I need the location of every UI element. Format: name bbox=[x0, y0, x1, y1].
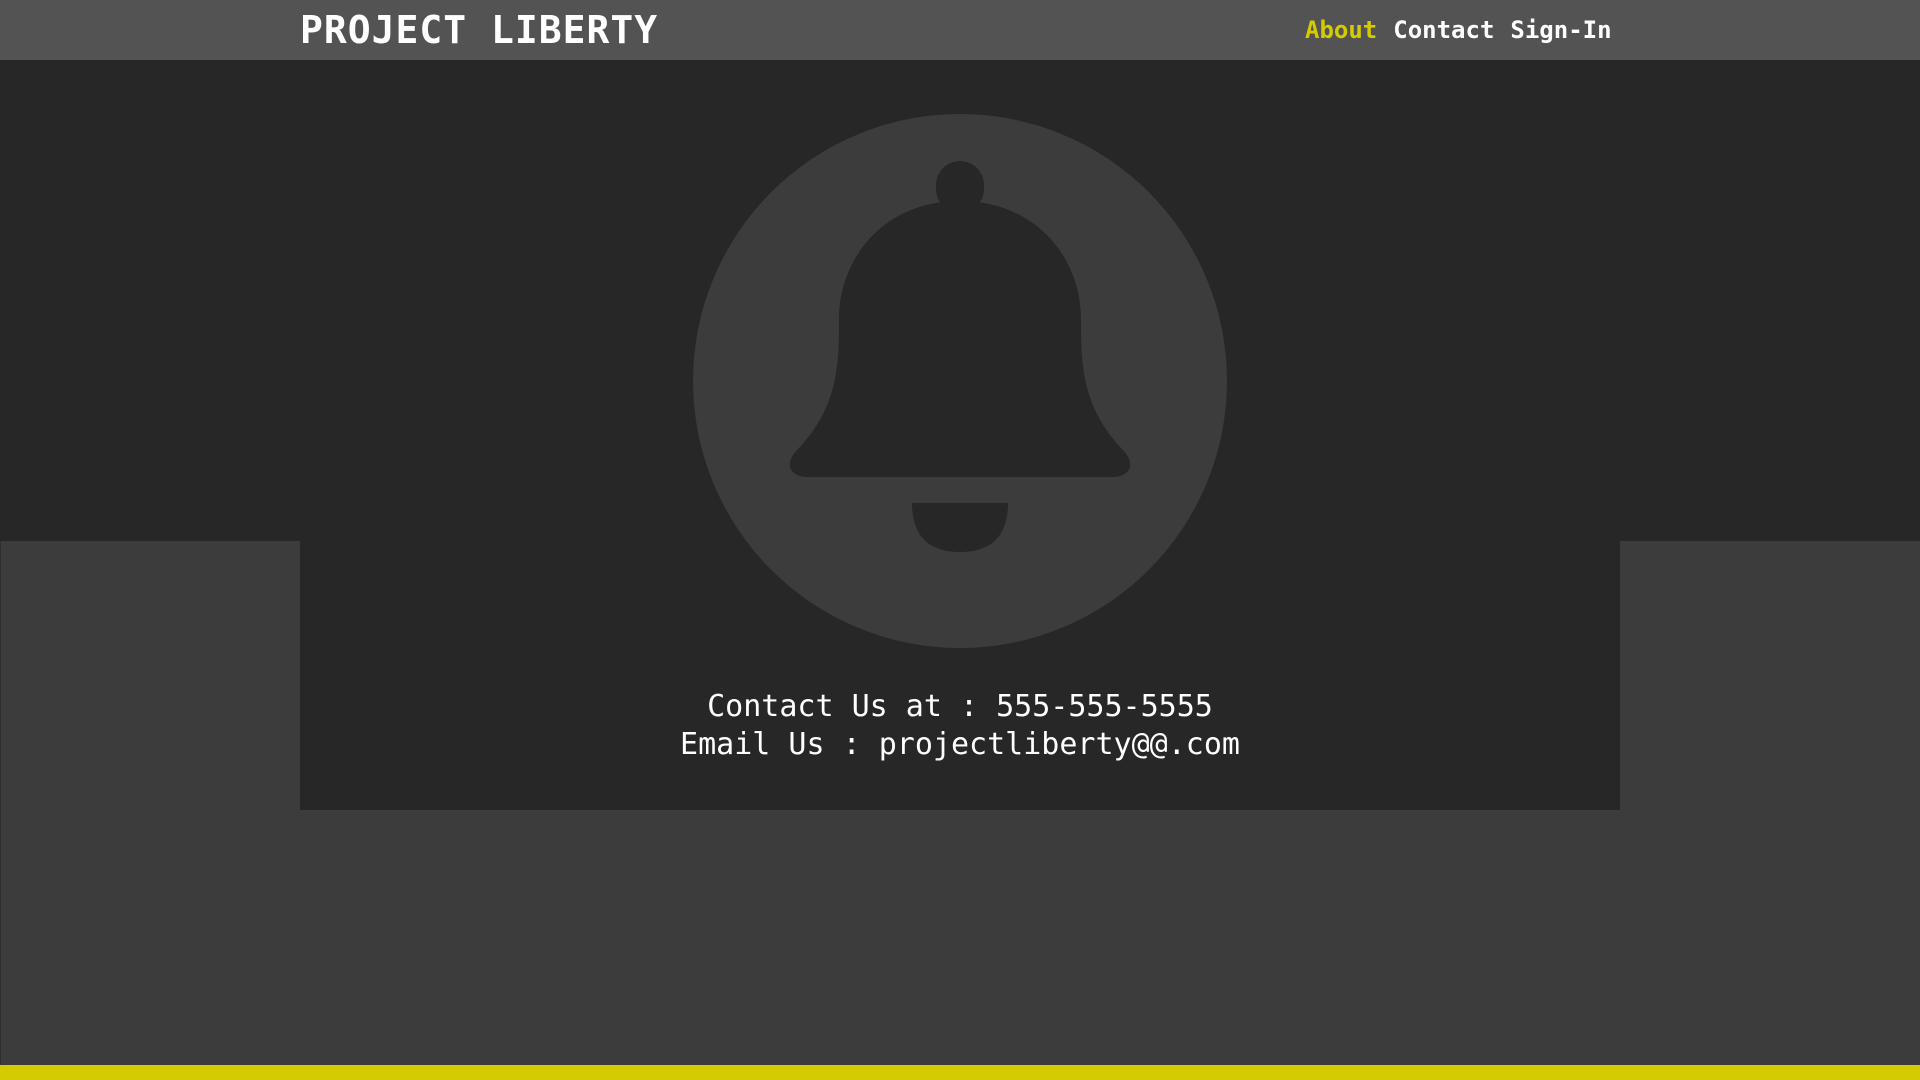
nav-links: About Contact Sign-In bbox=[1305, 0, 1612, 60]
footer-accent-bar bbox=[0, 1065, 1920, 1080]
nav-link-sign-in[interactable]: Sign-In bbox=[1510, 16, 1611, 44]
left-edge-line bbox=[0, 541, 1, 1065]
contact-email-text: Email Us : projectliberty@@.com bbox=[680, 727, 1240, 762]
top-navbar: PROJECT LIBERTY About Contact Sign-In bbox=[0, 0, 1920, 60]
nav-link-contact[interactable]: Contact bbox=[1393, 16, 1494, 44]
brand-title[interactable]: PROJECT LIBERTY bbox=[300, 0, 658, 60]
bell-icon-circle bbox=[693, 114, 1227, 648]
bell-icon bbox=[789, 161, 1131, 552]
contact-phone-text: Contact Us at : 555-555-5555 bbox=[707, 689, 1213, 724]
nav-link-about[interactable]: About bbox=[1305, 16, 1377, 44]
contact-info: Contact Us at : 555-555-5555 Email Us : … bbox=[300, 688, 1620, 764]
